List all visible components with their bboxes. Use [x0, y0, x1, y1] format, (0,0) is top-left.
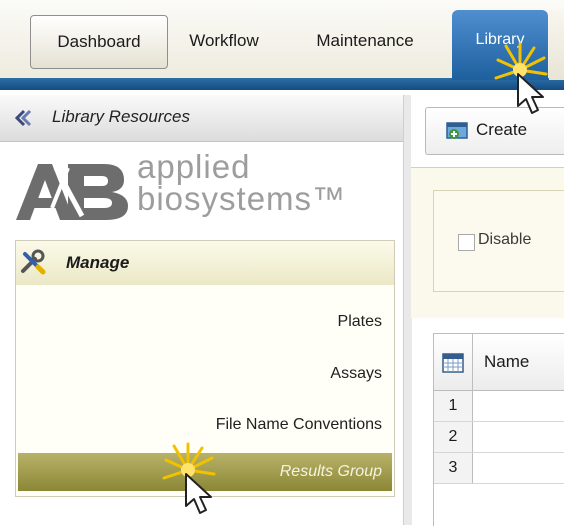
create-button-label: Create	[476, 120, 528, 139]
tab-next-edge	[549, 10, 564, 80]
manage-title: Manage	[66, 253, 130, 272]
tab-maintenance[interactable]: Maintenance	[284, 15, 446, 67]
create-add-icon	[446, 122, 468, 139]
row-number: 2	[434, 422, 473, 452]
disable-checkbox-label: Disable	[478, 231, 532, 248]
library-resources-title: Library Resources	[52, 107, 190, 126]
ab-logo-mark-icon	[16, 164, 128, 220]
row-number: 1	[434, 391, 473, 421]
table-row[interactable]: 1	[434, 391, 564, 422]
row-number: 3	[434, 453, 473, 483]
logo-text-applied: applied	[137, 148, 251, 185]
mouse-pointer-icon	[517, 73, 544, 114]
manage-item-plates[interactable]: Plates	[338, 313, 382, 331]
table-header: Name	[434, 334, 564, 391]
table-row[interactable]: 2	[434, 422, 564, 453]
calendar-grid-icon[interactable]	[442, 353, 464, 373]
header-divider	[472, 334, 473, 390]
library-resources-header[interactable]: Library Resources	[0, 95, 403, 142]
applied-biosystems-logo: applied biosystems™	[12, 150, 402, 228]
table-row[interactable]: 3	[434, 453, 564, 484]
manage-item-file-name-conventions[interactable]: File Name Conventions	[216, 416, 382, 434]
mouse-pointer-icon	[185, 473, 212, 514]
filter-box: Disable	[433, 190, 564, 292]
wrench-screwdriver-icon	[21, 249, 46, 275]
manage-header[interactable]: Manage	[16, 241, 394, 285]
library-table: Name 1 2 3	[433, 333, 564, 526]
tab-dashboard[interactable]: Dashboard	[30, 15, 168, 69]
filter-area: Disable	[411, 168, 564, 318]
column-header-name[interactable]: Name	[484, 352, 529, 372]
logo-text-biosystems: biosystems™	[137, 180, 347, 217]
tab-workflow[interactable]: Workflow	[174, 15, 274, 67]
manage-item-assays[interactable]: Assays	[330, 365, 382, 383]
disable-checkbox[interactable]	[458, 234, 475, 251]
collapse-arrows-icon	[14, 109, 32, 127]
